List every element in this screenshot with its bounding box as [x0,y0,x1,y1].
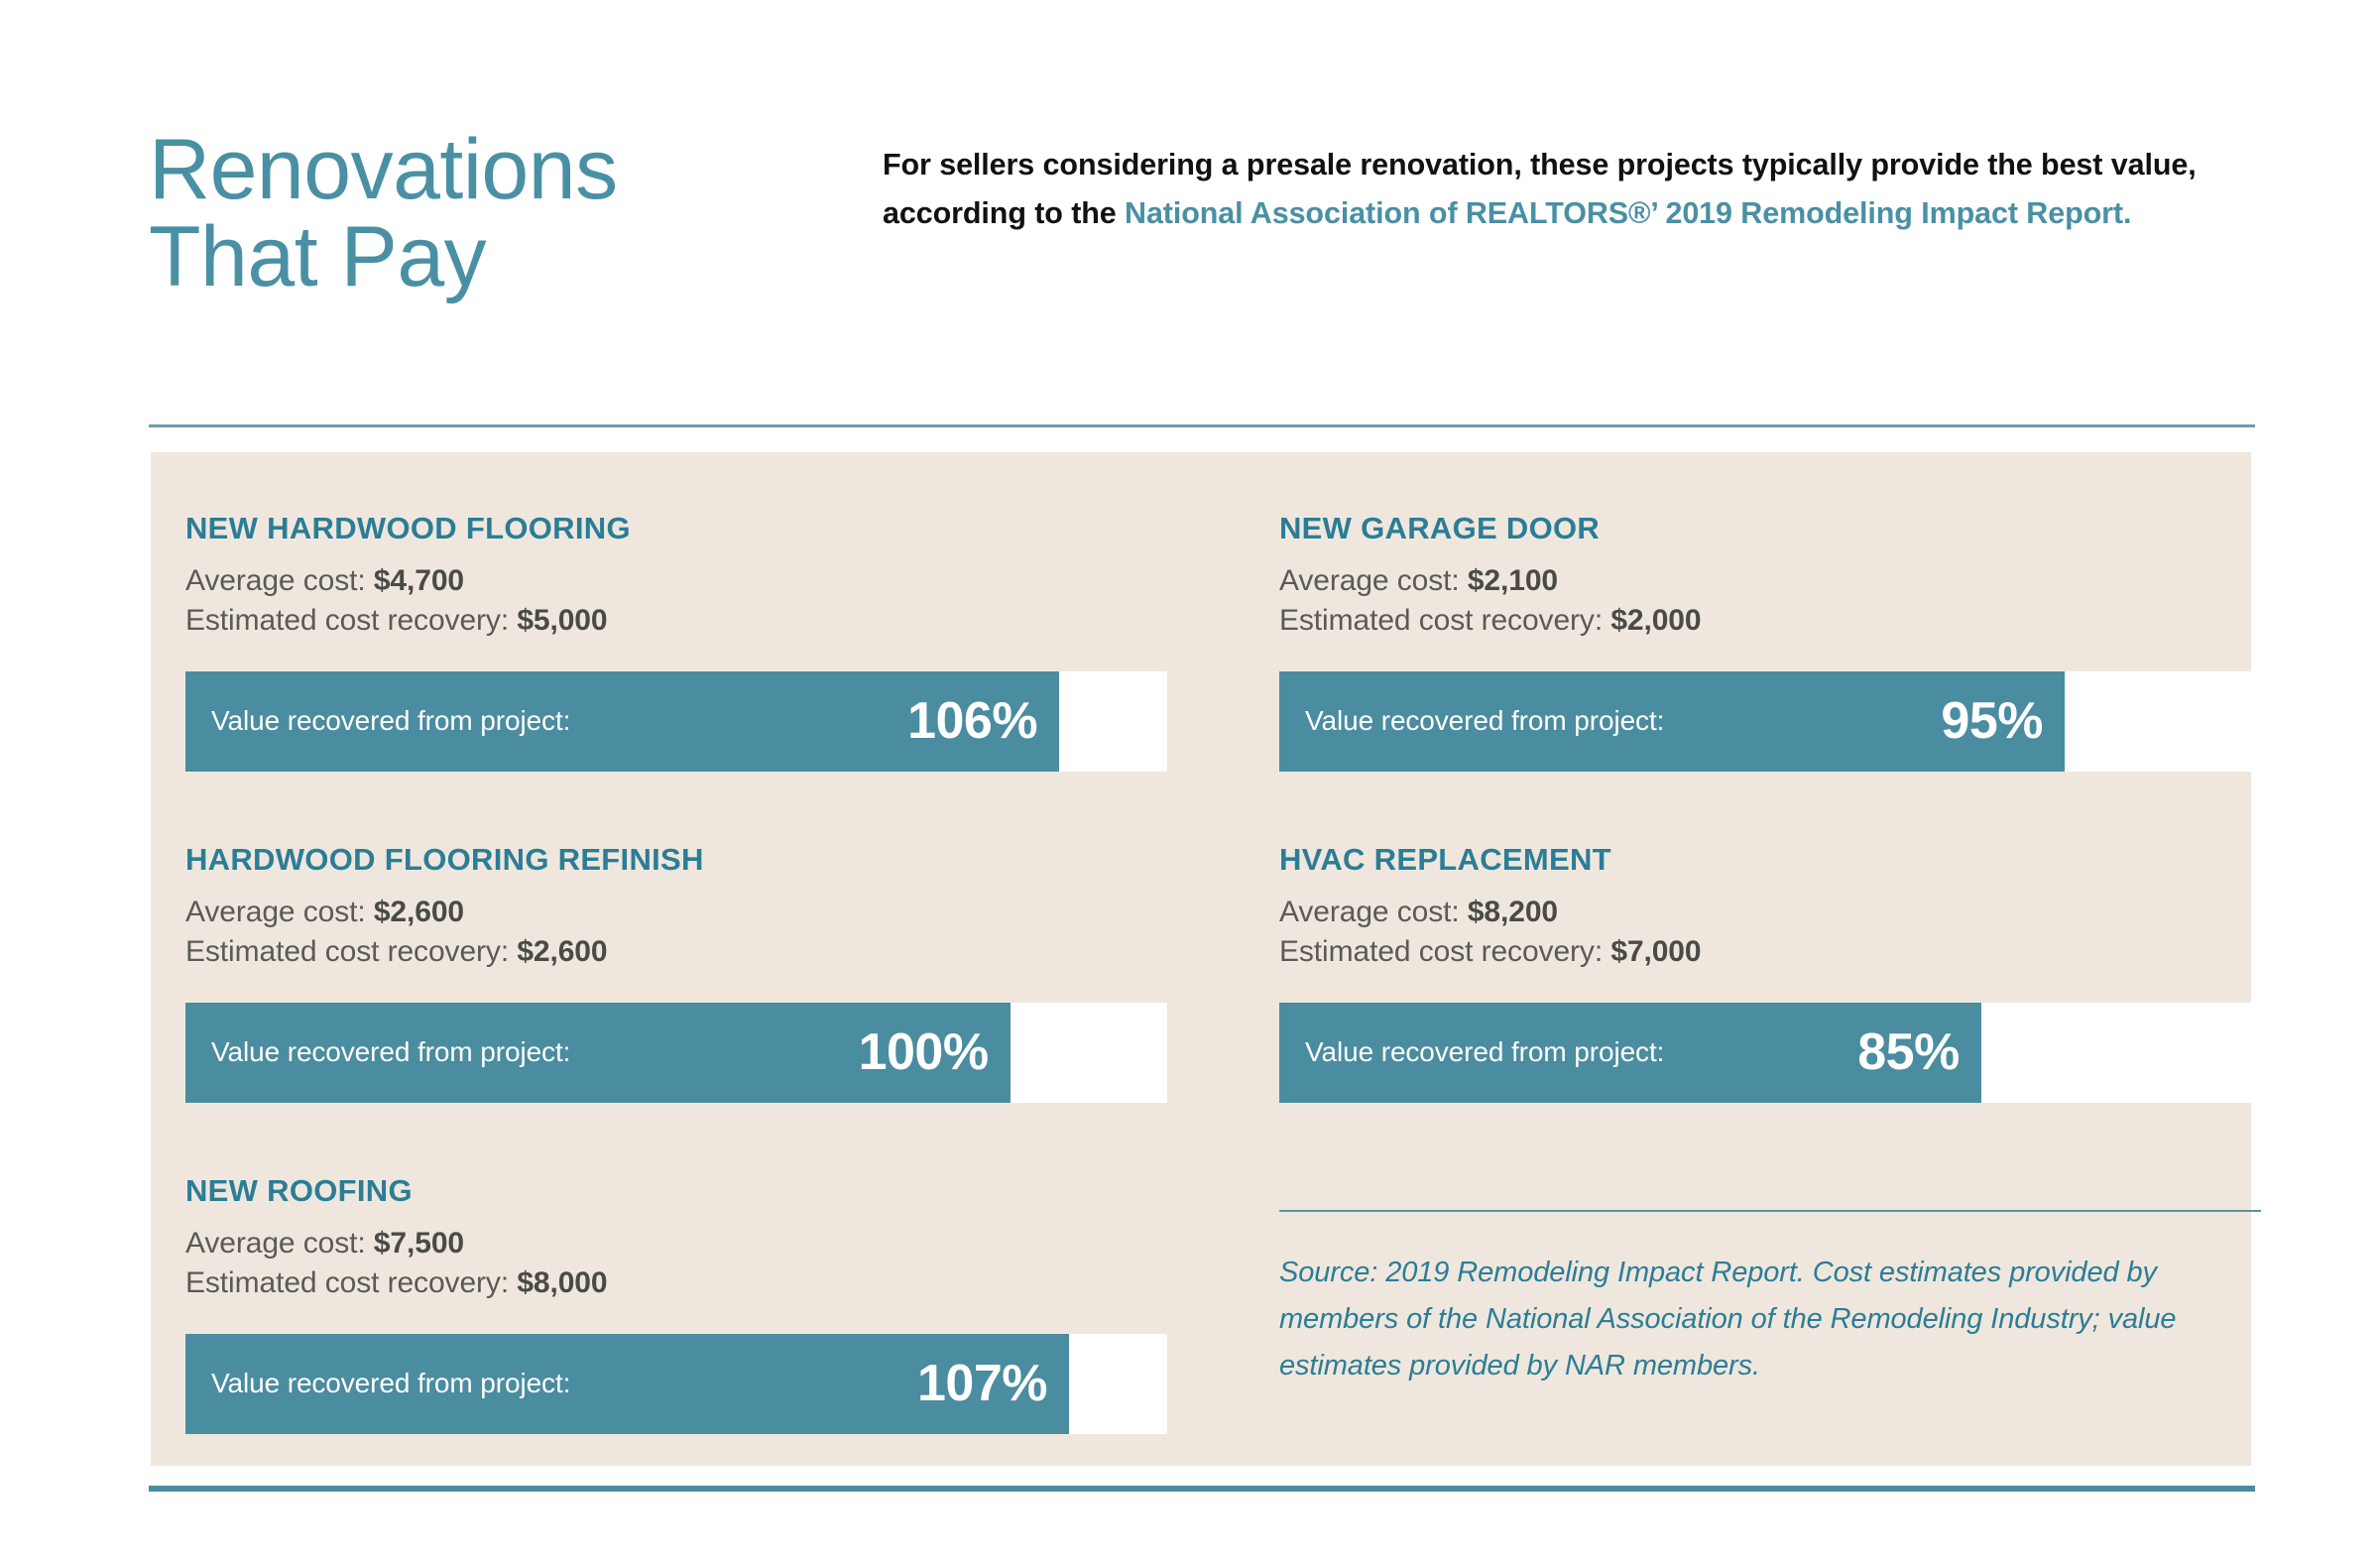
card-title: HARDWOOD FLOORING REFINISH [185,841,704,877]
source-text: Source: 2019 Remodeling Impact Report. C… [1279,1256,2177,1382]
card-title: NEW HARDWOOD FLOORING [185,511,631,545]
average-cost-label: Average cost: [185,564,366,598]
column-right: NEW GARAGE DOOR Average cost: $2,100 Est… [1167,452,2309,1466]
value-bar-fill: Value recovered from project: 107% [185,1333,1069,1434]
value-bar-track: Value recovered from project: 106% [185,670,1167,772]
value-bar-track: Value recovered from project: 95% [1279,670,2261,772]
card-estimated-recovery: Estimated cost recovery: $5,000 [185,601,1167,641]
intro-block: For sellers considering a presale renova… [883,119,2251,239]
column-left: NEW HARDWOOD FLOORING Average cost: $4,7… [151,452,1167,1466]
divider-bottom [149,1486,2255,1492]
card-new-hardwood-flooring: NEW HARDWOOD FLOORING Average cost: $4,7… [185,511,1167,772]
value-bar-fill: Value recovered from project: 100% [185,1002,1011,1103]
card-average-cost: Average cost: $2,100 [1279,561,2261,601]
value-bar-label: Value recovered from project: [1305,705,1665,737]
estimated-recovery-value: $2,600 [517,934,608,968]
value-bar-label: Value recovered from project: [1305,1036,1665,1068]
infographic-page: Renovations That Pay For sellers conside… [0,0,2380,1562]
average-cost-value: $8,200 [1467,895,1559,928]
card-average-cost: Average cost: $2,600 [185,893,1167,932]
card-title: NEW GARAGE DOOR [1279,511,1601,545]
value-bar-label: Value recovered from project: [211,1036,571,1068]
value-bar-percent: 100% [858,1023,990,1082]
card-new-garage-door: NEW GARAGE DOOR Average cost: $2,100 Est… [1279,511,2261,772]
title-block: Renovations That Pay [149,119,883,300]
card-estimated-recovery: Estimated cost recovery: $2,000 [1279,601,2261,641]
card-average-cost: Average cost: $7,500 [185,1224,1167,1263]
estimated-recovery-value: $2,000 [1610,603,1702,637]
card-estimated-recovery: Estimated cost recovery: $8,000 [185,1263,1167,1303]
card-hvac-replacement: HVAC REPLACEMENT Average cost: $8,200 Es… [1279,841,2261,1103]
value-bar-percent: 85% [1857,1023,1960,1082]
estimated-recovery-label: Estimated cost recovery: [185,603,510,637]
average-cost-value: $2,600 [373,895,465,928]
value-bar-track: Value recovered from project: 100% [185,1002,1167,1103]
intro-text-highlight: National Association of REALTORS®’ 2019 … [1125,196,2132,231]
value-bar-track: Value recovered from project: 85% [1279,1002,2261,1103]
header: Renovations That Pay For sellers conside… [149,119,2251,300]
content-panel: NEW HARDWOOD FLOORING Average cost: $4,7… [151,452,2261,1466]
value-bar-fill: Value recovered from project: 106% [185,670,1060,772]
card-title: NEW ROOFING [185,1172,413,1208]
estimated-recovery-label: Estimated cost recovery: [1279,603,1604,637]
average-cost-value: $4,700 [373,564,465,598]
estimated-recovery-label: Estimated cost recovery: [1279,934,1604,968]
source-note: Source: 2019 Remodeling Impact Report. C… [1279,1209,2261,1389]
card-estimated-recovery: Estimated cost recovery: $7,000 [1279,932,2261,972]
average-cost-value: $7,500 [373,1226,465,1260]
card-average-cost: Average cost: $8,200 [1279,893,2261,932]
source-divider [1279,1209,2261,1212]
value-bar-fill: Value recovered from project: 95% [1279,670,2065,772]
card-hardwood-flooring-refinish: HARDWOOD FLOORING REFINISH Average cost:… [185,841,1167,1103]
card-average-cost: Average cost: $4,700 [185,561,1167,601]
divider-top [149,424,2255,427]
value-bar-percent: 106% [907,692,1038,751]
value-bar-track: Value recovered from project: 107% [185,1333,1167,1434]
average-cost-label: Average cost: [1279,564,1460,598]
estimated-recovery-label: Estimated cost recovery: [185,934,510,968]
value-bar-label: Value recovered from project: [211,1368,571,1399]
columns: NEW HARDWOOD FLOORING Average cost: $4,7… [151,452,2261,1466]
average-cost-label: Average cost: [185,1226,366,1260]
value-bar-percent: 95% [1941,692,2043,751]
card-title: HVAC REPLACEMENT [1279,841,1611,877]
estimated-recovery-label: Estimated cost recovery: [185,1265,510,1299]
estimated-recovery-value: $5,000 [517,603,608,637]
average-cost-label: Average cost: [1279,895,1460,928]
page-title: Renovations That Pay [149,122,618,304]
average-cost-value: $2,100 [1467,564,1559,598]
card-new-roofing: NEW ROOFING Average cost: $7,500 Estimat… [185,1172,1167,1434]
intro-paragraph: For sellers considering a presale renova… [883,141,2251,239]
estimated-recovery-value: $7,000 [1610,934,1702,968]
value-bar-fill: Value recovered from project: 85% [1279,1002,1981,1103]
card-estimated-recovery: Estimated cost recovery: $2,600 [185,932,1167,972]
value-bar-percent: 107% [917,1355,1048,1413]
average-cost-label: Average cost: [185,895,366,928]
value-bar-label: Value recovered from project: [211,705,571,737]
estimated-recovery-value: $8,000 [517,1265,608,1299]
